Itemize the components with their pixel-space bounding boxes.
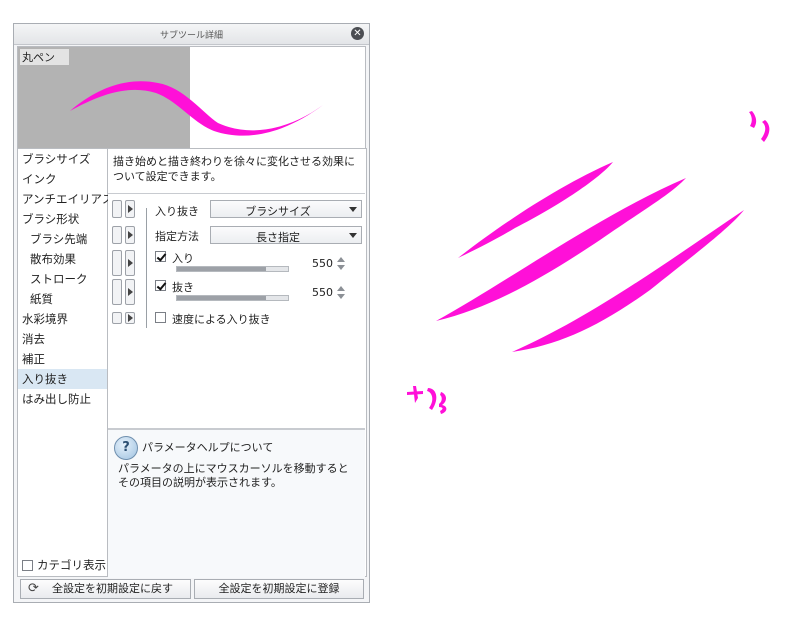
mark-b [761, 120, 770, 142]
mark-f [439, 392, 447, 414]
stroke-3 [512, 210, 744, 352]
canvas-strokes [407, 111, 770, 414]
mark-d [407, 391, 423, 395]
drawing-canvas[interactable] [0, 0, 798, 623]
mark-a [749, 111, 757, 128]
mark-e [427, 388, 437, 410]
